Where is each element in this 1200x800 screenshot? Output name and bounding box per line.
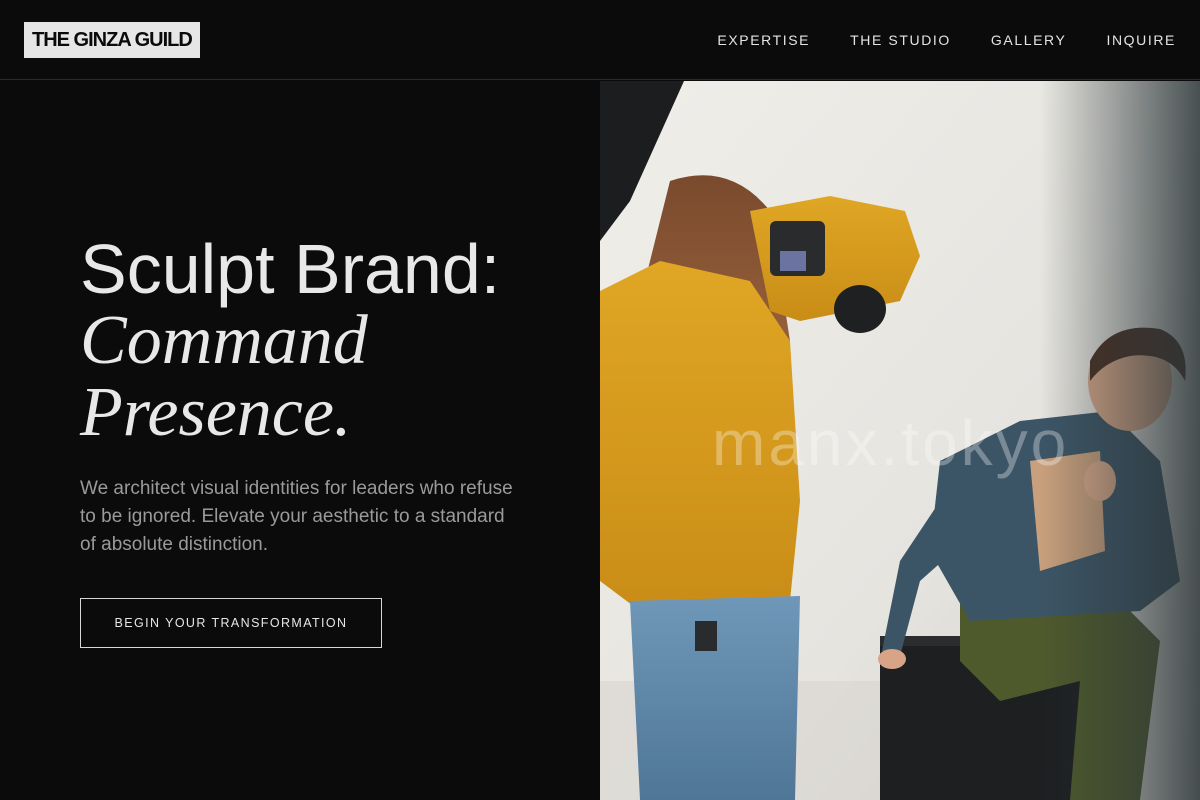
nav-item-the-studio[interactable]: THE STUDIO (850, 33, 951, 47)
nav-item-gallery[interactable]: GALLERY (991, 33, 1067, 47)
brand-logo[interactable]: THE GINZA GUILD (24, 22, 200, 58)
hero-headline: Sculpt Brand: Command Presence. (80, 233, 560, 449)
headline-line-3: Presence. (80, 374, 352, 451)
nav-item-expertise[interactable]: EXPERTISE (717, 33, 810, 47)
main-nav: EXPERTISE THE STUDIO GALLERY INQUIRE (717, 0, 1176, 80)
nav-item-inquire[interactable]: INQUIRE (1106, 33, 1176, 47)
hero-photo: manx.tokyo (600, 81, 1200, 800)
hero-subcopy: We architect visual identities for leade… (80, 478, 513, 555)
headline-line-2: Command (80, 302, 368, 379)
site-header: THE GINZA GUILD EXPERTISE THE STUDIO GAL… (0, 0, 1200, 80)
hero-text-panel: Sculpt Brand: Command Presence. We archi… (0, 81, 600, 800)
begin-transformation-button[interactable]: BEGIN YOUR TRANSFORMATION (80, 598, 382, 648)
photo-watermark: manx.tokyo (712, 407, 1070, 479)
headline-line-1: Sculpt Brand: (80, 230, 501, 308)
